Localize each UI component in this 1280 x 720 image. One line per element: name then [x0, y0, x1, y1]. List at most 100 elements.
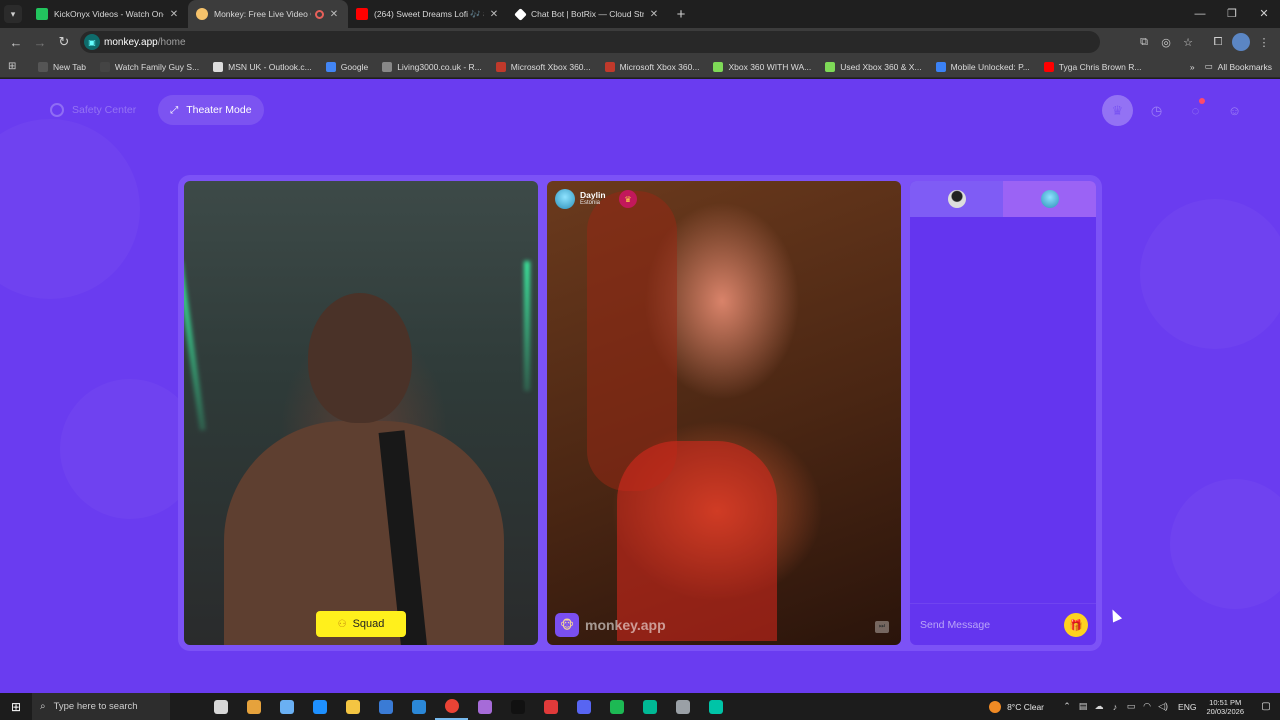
minimize-icon[interactable]: —	[1184, 0, 1216, 28]
app-glyph-icon	[675, 699, 690, 714]
taskbar-app-icon[interactable]	[699, 693, 732, 720]
browser-tab-botrix[interactable]: Chat Bot | BotRix — Cloud Stre ✕	[508, 0, 668, 28]
bookmark-favicon-icon	[935, 61, 946, 72]
taskbar-app-icon[interactable]	[567, 693, 600, 720]
clock-date: 20/03/2026	[1206, 706, 1244, 716]
close-tab-icon[interactable]: ✕	[648, 9, 660, 20]
taskbar-app-icon[interactable]	[633, 693, 666, 720]
app-glyph-icon	[279, 699, 294, 714]
url-host: monkey.app	[104, 36, 158, 48]
partner-tag[interactable]: Daylin Estonia	[555, 189, 606, 209]
new-tab-button[interactable]: +	[668, 6, 694, 23]
close-tab-icon[interactable]: ✕	[328, 9, 340, 20]
more-bookmarks-icon[interactable]: »	[1190, 62, 1195, 72]
bookmark-item[interactable]: MSN UK - Outlook.c...	[213, 61, 312, 72]
reload-button[interactable]: ↻	[52, 34, 76, 50]
squad-button[interactable]: ⚇ Squad	[316, 611, 406, 637]
hide-eye-icon[interactable]: ◎	[1158, 36, 1174, 49]
back-button[interactable]: ←	[4, 35, 28, 50]
url-input[interactable]: ▣ monkey.app /home	[80, 31, 1100, 53]
monkey-favicon-icon	[196, 8, 208, 20]
tab-self-chat[interactable]	[910, 181, 1003, 217]
safety-center-button[interactable]: Safety Center	[38, 95, 148, 125]
notifications-icon[interactable]: ▢	[1256, 701, 1276, 712]
browser-tab-monkey[interactable]: Monkey: Free Live Video Ch ✕	[188, 0, 348, 28]
tab-partner-chat[interactable]	[1003, 181, 1096, 217]
install-app-icon[interactable]: ⧉	[1136, 36, 1152, 49]
wifi-icon[interactable]: ◠	[1140, 701, 1154, 712]
bookmark-item[interactable]: New Tab	[38, 61, 86, 72]
monkey-app-page: Safety Center ⤢ Theater Mode ♛ ◷ ◌ ☺ ⚇ S…	[0, 79, 1280, 693]
app-glyph-icon	[378, 699, 393, 714]
bookmark-item[interactable]: Living3000.co.uk - R...	[382, 61, 482, 72]
taskbar-app-icon[interactable]	[435, 693, 468, 720]
chevron-up-icon[interactable]: ⌃	[1060, 701, 1074, 712]
apps-grid-icon[interactable]: ⊞	[8, 61, 24, 72]
language-indicator[interactable]: ENG	[1178, 702, 1196, 712]
bookmark-item[interactable]: Watch Family Guy S...	[99, 61, 199, 72]
bookmark-item[interactable]: Microsoft Xbox 360...	[495, 61, 591, 72]
theater-mode-label: Theater Mode	[186, 104, 252, 116]
taskbar-app-icon[interactable]	[666, 693, 699, 720]
bookmark-item[interactable]: Tyga Chris Brown R...	[1043, 61, 1141, 72]
gift-icon[interactable]: 🎁	[1064, 613, 1088, 637]
volume-icon[interactable]: ◁)	[1156, 701, 1170, 712]
close-window-icon[interactable]: ✕	[1248, 0, 1280, 28]
site-info-icon[interactable]: ▣	[84, 34, 100, 50]
browser-tab-youtube[interactable]: (264) Sweet Dreams Lofi 🎶 8 I ✕	[348, 0, 508, 28]
profile-avatar[interactable]	[1232, 33, 1250, 51]
app-glyph-icon	[576, 699, 591, 714]
tab-search-icon[interactable]: ▾	[4, 5, 22, 23]
app-glyph-icon	[477, 699, 492, 714]
crown-icon[interactable]: ♛	[1102, 95, 1133, 126]
app-glyph-icon	[642, 699, 657, 714]
background-decoration	[0, 119, 140, 299]
taskbar-app-icon[interactable]	[600, 693, 633, 720]
microphone-icon[interactable]: ♪	[1108, 702, 1122, 712]
close-tab-icon[interactable]: ✕	[168, 9, 180, 20]
bookmark-item[interactable]: Used Xbox 360 & X...	[825, 61, 922, 72]
forward-button[interactable]: →	[28, 35, 52, 50]
bookmark-label: New Tab	[53, 61, 86, 72]
bookmark-star-icon[interactable]: ☆	[1180, 36, 1196, 49]
monkey-watermark: 🐵 monkey.app	[555, 613, 666, 637]
monkey-profile-icon[interactable]: ☺	[1219, 95, 1250, 126]
taskbar-app-icon[interactable]	[369, 693, 402, 720]
taskbar-app-icon[interactable]	[336, 693, 369, 720]
browser-tab-kickonyx[interactable]: KickOnyx Videos - Watch On-D ✕	[28, 0, 188, 28]
bookmark-item[interactable]: Xbox 360 WITH WA...	[713, 61, 811, 72]
extensions-icon[interactable]: ⧠	[1210, 36, 1226, 49]
weather-widget[interactable]: 8°C Clear	[989, 700, 1044, 713]
taskbar-clock[interactable]: 10:51 PM 20/03/2026	[1206, 698, 1244, 716]
bookmark-favicon-icon	[325, 61, 336, 72]
send-message-input[interactable]	[920, 618, 1050, 631]
network-icon[interactable]: ▤	[1076, 701, 1090, 712]
skip-next-icon[interactable]: ⏭	[875, 621, 889, 633]
taskbar-app-icon[interactable]	[534, 693, 567, 720]
taskbar-app-icon[interactable]	[237, 693, 270, 720]
all-bookmarks-button[interactable]: ▭ All Bookmarks	[1205, 61, 1272, 72]
self-avatar	[947, 190, 966, 208]
taskbar-search-input[interactable]: ⌕ Type here to search	[32, 693, 170, 720]
theater-mode-button[interactable]: ⤢ Theater Mode	[158, 95, 264, 125]
display-icon[interactable]: ▭	[1124, 701, 1138, 712]
taskbar-app-icon[interactable]	[468, 693, 501, 720]
taskbar-app-icon[interactable]	[303, 693, 336, 720]
windows-start-icon[interactable]: ⊞	[0, 700, 32, 714]
messages-icon[interactable]: ◌	[1180, 95, 1211, 126]
history-clock-icon[interactable]: ◷	[1141, 95, 1172, 126]
taskbar-app-icon[interactable]	[270, 693, 303, 720]
restore-icon[interactable]: ❐	[1216, 0, 1248, 28]
bookmark-label: Living3000.co.uk - R...	[397, 61, 482, 72]
taskbar-app-icon[interactable]	[204, 693, 237, 720]
taskbar-app-icon[interactable]	[402, 693, 435, 720]
bookmark-item[interactable]: Mobile Unlocked: P...	[935, 61, 1030, 72]
browser-menu-icon[interactable]: ⋮	[1256, 36, 1272, 49]
bookmark-item[interactable]: Google	[325, 61, 368, 72]
taskbar-app-icon[interactable]	[501, 693, 534, 720]
bookmark-item[interactable]: Microsoft Xbox 360...	[604, 61, 699, 72]
bookmark-label: Mobile Unlocked: P...	[950, 61, 1030, 72]
onedrive-icon[interactable]: ☁	[1092, 701, 1106, 712]
app-glyph-icon	[543, 699, 558, 714]
close-tab-icon[interactable]: ✕	[488, 9, 500, 20]
